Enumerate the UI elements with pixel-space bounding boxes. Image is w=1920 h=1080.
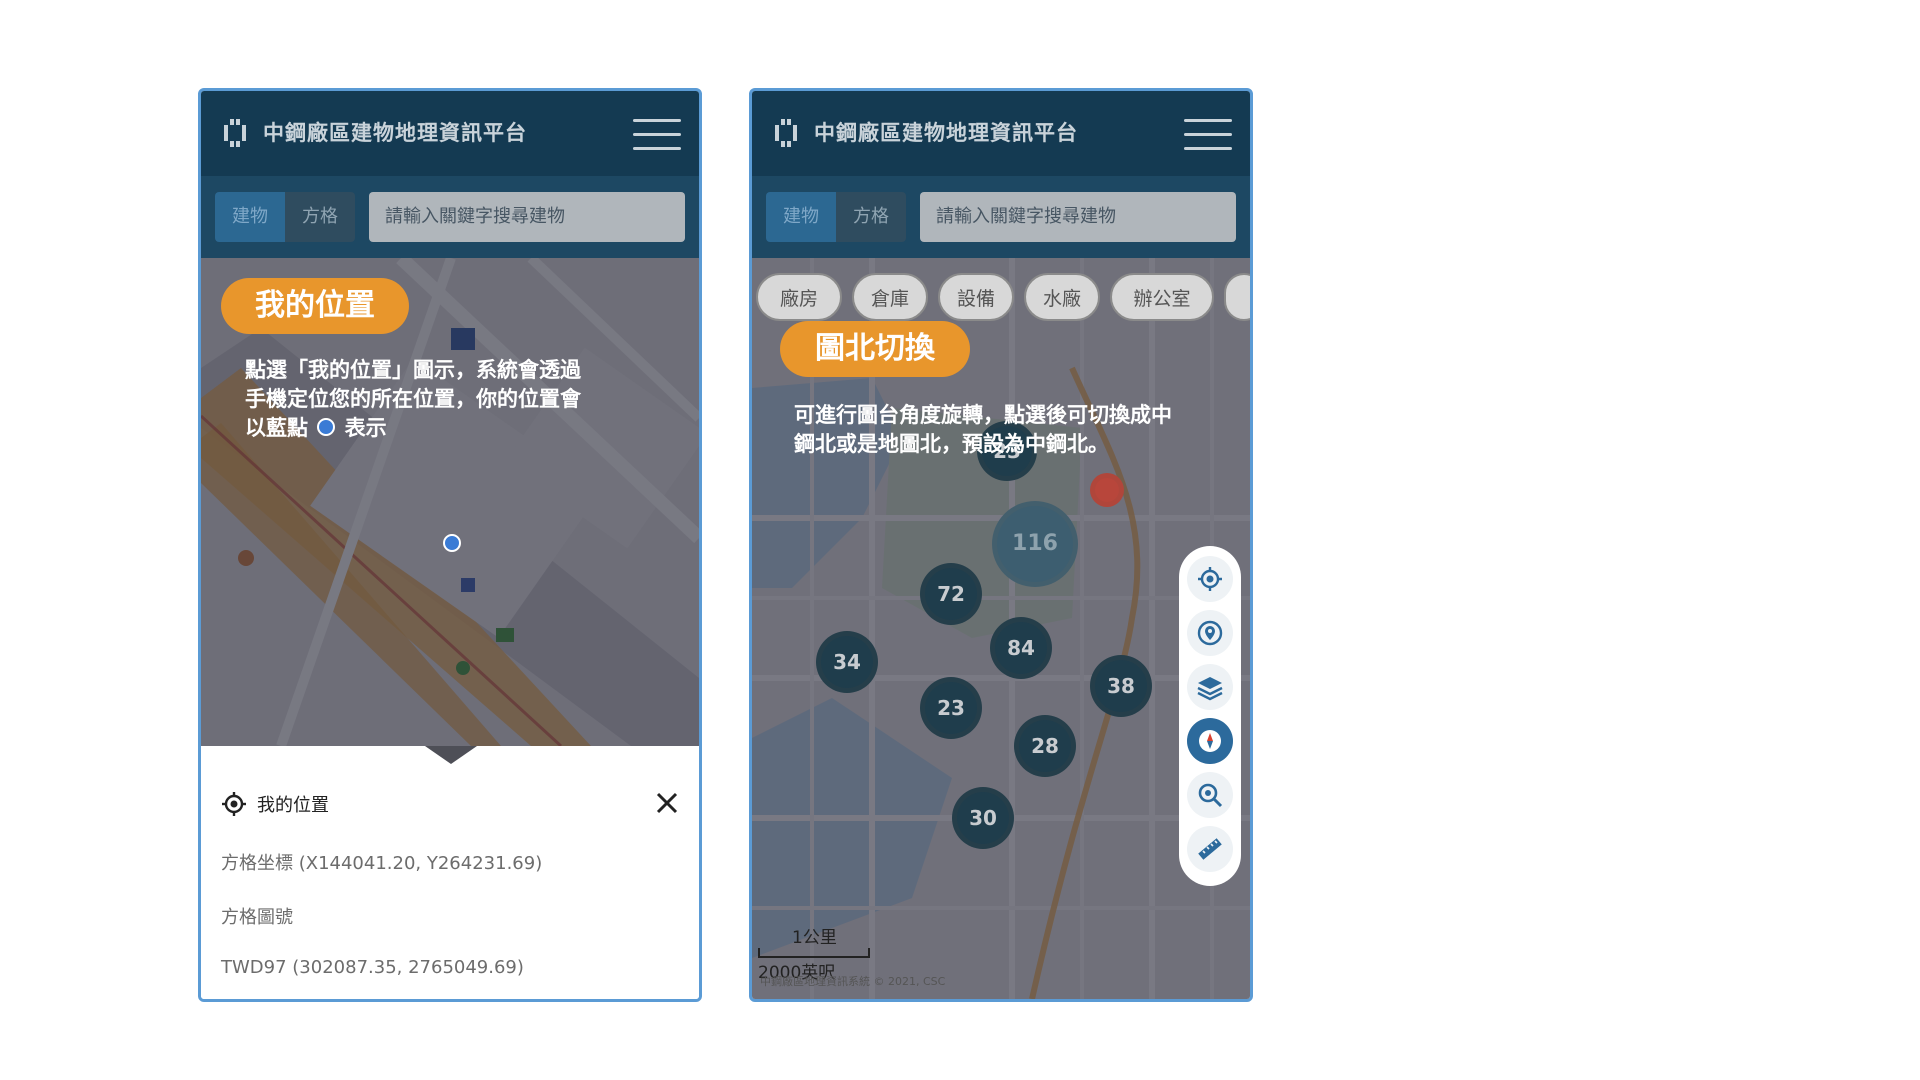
twd97-coordinate: TWD97 (302087.35, 2765049.69) (221, 957, 524, 978)
panel-title: 我的位置 (257, 795, 329, 816)
map-cluster[interactable]: 30 (952, 787, 1014, 849)
location-info-panel: 我的位置 方格坐標 (X144041.20, Y264231.69) 方格圖號 … (201, 746, 699, 999)
locate-button[interactable] (1187, 556, 1233, 602)
tab-grid[interactable]: 方格 (836, 192, 906, 242)
filter-chip-office[interactable]: 辦公室 (1110, 273, 1214, 321)
north-toggle-icon (1199, 730, 1221, 752)
zoom-search-icon (1198, 783, 1223, 808)
compass-button[interactable] (1187, 610, 1233, 656)
scale-bar (758, 948, 870, 958)
hamburger-menu-icon[interactable] (1184, 119, 1232, 151)
filter-chip-equipment[interactable]: 設備 (938, 273, 1014, 321)
panel-header: 我的位置 (221, 791, 329, 817)
copyright: 中鋼廠區地理資訊系統 © 2021, CSC (760, 975, 946, 988)
map-cluster[interactable]: 38 (1090, 655, 1152, 717)
compass-north-icon (1197, 620, 1223, 646)
map-cluster[interactable]: 23 (920, 677, 982, 739)
map-toolbar (1179, 546, 1241, 886)
phone-screen-north-toggle: 中鋼廠區建物地理資訊平台 建物 方格 請輸入關鍵字搜尋建物 廠房 倉庫 設備 水… (749, 88, 1253, 1002)
tab-building[interactable]: 建物 (215, 192, 285, 242)
collapse-handle-icon[interactable] (425, 746, 477, 764)
search-type-toggle: 建物 方格 (766, 192, 906, 242)
tip-description: 點選「我的位置」圖示，系統會透過 手機定位您的所在位置，你的位置會 以藍點 表示 (245, 356, 581, 443)
layers-icon (1197, 677, 1223, 701)
map-cluster[interactable]: 84 (990, 617, 1052, 679)
layers-button[interactable] (1187, 664, 1233, 710)
filter-chip-water-plant[interactable]: 水廠 (1024, 273, 1100, 321)
tip-line-2: 手機定位您的所在位置，你的位置會 (245, 387, 581, 411)
tip-line-3-b: 表示 (344, 416, 387, 440)
tip-line-1: 點選「我的位置」圖示，系統會透過 (245, 358, 581, 382)
scale-km: 1公里 (792, 928, 837, 948)
map-cluster-alert[interactable] (1090, 473, 1124, 507)
blue-dot-icon (317, 418, 336, 436)
search-bar: 建物 方格 請輸入關鍵字搜尋建物 (752, 176, 1250, 258)
app-header: 中鋼廠區建物地理資訊平台 (201, 91, 699, 176)
grid-coordinate: 方格坐標 (X144041.20, Y264231.69) (221, 853, 543, 874)
filter-chip-factory[interactable]: 廠房 (756, 273, 842, 321)
map-cluster[interactable]: 116 (992, 501, 1078, 587)
grid-number-label: 方格圖號 (221, 907, 293, 928)
filter-chip-warehouse[interactable]: 倉庫 (852, 273, 928, 321)
tip-title-badge: 我的位置 (221, 278, 409, 334)
tip-line-2: 鋼北或是地圖北，預設為中鋼北。 (794, 432, 1109, 456)
tip-description: 可進行圖台角度旋轉，點選後可切換成中 鋼北或是地圖北，預設為中鋼北。 (794, 401, 1172, 459)
tip-line-3-a: 以藍點 (245, 416, 308, 440)
map-cluster[interactable]: 28 (1014, 715, 1076, 777)
csc-logo-icon (224, 119, 246, 147)
csc-logo-icon (775, 119, 797, 147)
search-type-toggle: 建物 方格 (215, 192, 355, 242)
tip-line-1: 可進行圖台角度旋轉，點選後可切換成中 (794, 403, 1172, 427)
map-view[interactable]: 我的位置 點選「我的位置」圖示，系統會透過 手機定位您的所在位置，你的位置會 以… (201, 258, 699, 746)
zoom-search-button[interactable] (1187, 772, 1233, 818)
my-location-dot (443, 534, 461, 552)
search-input[interactable]: 請輸入關鍵字搜尋建物 (920, 192, 1236, 242)
tab-grid[interactable]: 方格 (285, 192, 355, 242)
filter-chip-more[interactable] (1224, 273, 1250, 321)
locate-icon (1198, 567, 1222, 591)
measure-button[interactable] (1187, 826, 1233, 872)
tab-building[interactable]: 建物 (766, 192, 836, 242)
map-cluster[interactable]: 34 (816, 631, 878, 693)
search-bar: 建物 方格 請輸入關鍵字搜尋建物 (201, 176, 699, 258)
tip-line-3: 以藍點 表示 (245, 414, 581, 443)
crosshair-icon (222, 792, 246, 816)
search-input[interactable]: 請輸入關鍵字搜尋建物 (369, 192, 685, 242)
close-icon[interactable] (653, 789, 681, 817)
ruler-icon (1198, 838, 1222, 860)
app-header: 中鋼廠區建物地理資訊平台 (752, 91, 1250, 176)
hamburger-menu-icon[interactable] (633, 119, 681, 151)
app-title: 中鋼廠區建物地理資訊平台 (814, 121, 1078, 145)
north-toggle-button[interactable] (1187, 718, 1233, 764)
app-title: 中鋼廠區建物地理資訊平台 (263, 121, 527, 145)
map-cluster[interactable]: 72 (920, 563, 982, 625)
phone-screen-my-location: 中鋼廠區建物地理資訊平台 建物 方格 請輸入關鍵字搜尋建物 我的位置 點選「我的… (198, 88, 702, 1002)
tip-title-badge: 圖北切換 (780, 321, 970, 377)
